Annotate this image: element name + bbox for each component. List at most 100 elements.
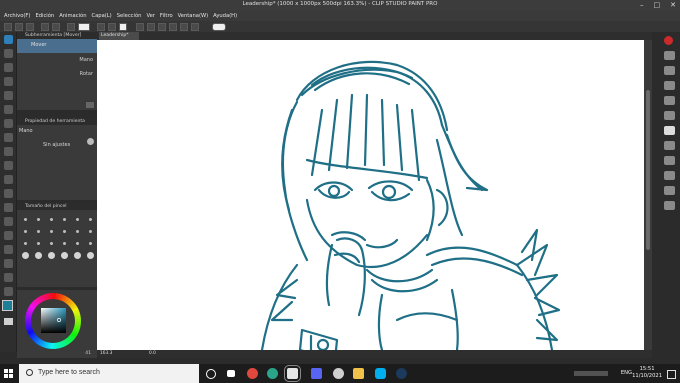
hand-tool-icon[interactable] [4, 35, 13, 44]
figure-tool-icon[interactable] [4, 259, 13, 268]
undo-icon[interactable] [41, 22, 49, 31]
folder-icon[interactable] [353, 368, 364, 379]
color-set-icon[interactable] [664, 66, 675, 75]
sub-tool-item-hand[interactable]: Mano [17, 53, 97, 67]
brush-size-slot[interactable] [24, 242, 27, 245]
new-file-icon[interactable] [4, 22, 12, 31]
skype-icon[interactable] [375, 368, 386, 379]
clock[interactable]: 15:51 11/10/2021 [632, 366, 662, 380]
sub-tool-item-rotate[interactable]: Rotar [17, 67, 97, 81]
menu-ver[interactable]: Ver [146, 11, 159, 21]
brush-size-slot[interactable] [24, 218, 27, 221]
menu-edicion[interactable]: Edición [35, 11, 59, 21]
brush-size-slot[interactable] [74, 252, 81, 259]
approximate-color-icon[interactable] [664, 96, 675, 105]
save-icon[interactable] [26, 22, 34, 31]
menu-ayuda[interactable]: Ayuda(H) [213, 11, 242, 21]
fill-icon[interactable] [119, 22, 127, 31]
transform-icon[interactable] [97, 22, 105, 31]
taskbar-search[interactable]: Type here to search [19, 364, 199, 383]
discord-icon[interactable] [311, 368, 322, 379]
perspective-icon[interactable] [169, 22, 177, 31]
angle-readout[interactable]: 0.0 [149, 351, 156, 356]
drawing-canvas[interactable] [97, 40, 644, 350]
transparent-swatch[interactable] [4, 318, 13, 325]
pencil-tool-icon[interactable] [4, 147, 13, 156]
notification-icon[interactable] [667, 370, 676, 379]
color-history-icon[interactable] [664, 111, 675, 120]
start-button[interactable] [4, 369, 13, 378]
brush-size-slot[interactable] [89, 218, 92, 221]
eraser-tool-icon[interactable] [4, 203, 13, 212]
layer-property-icon[interactable] [664, 126, 675, 135]
sub-tool-options-icon[interactable] [86, 102, 94, 108]
balloon-tool-icon[interactable] [4, 287, 13, 296]
intermediate-color-icon[interactable] [664, 51, 675, 60]
grid-icon[interactable] [158, 22, 166, 31]
chrome-icon[interactable] [247, 368, 258, 379]
cortana-icon[interactable] [206, 369, 216, 379]
brush-tool-icon[interactable] [4, 161, 13, 170]
edge-icon[interactable] [267, 368, 278, 379]
decoration-tool-icon[interactable] [4, 189, 13, 198]
airbrush-tool-icon[interactable] [4, 175, 13, 184]
eyedropper-tool-icon[interactable] [4, 119, 13, 128]
menu-capa[interactable]: Capa(L) [91, 11, 116, 21]
selection-tool-icon[interactable] [4, 91, 13, 100]
brush-size-slot[interactable] [37, 218, 40, 221]
brush-size-slot[interactable] [76, 218, 79, 221]
menu-ventana[interactable]: Ventana(W) [178, 11, 213, 21]
language-indicator[interactable]: ENG [621, 370, 632, 376]
brush-size-slot[interactable] [76, 230, 79, 233]
brush-size-slot[interactable] [50, 218, 53, 221]
color-wheel[interactable] [17, 290, 97, 358]
brush-size-slot[interactable] [50, 230, 53, 233]
settings-icon[interactable] [333, 368, 344, 379]
brush-size-slot[interactable] [89, 230, 92, 233]
steam-icon[interactable] [396, 368, 407, 379]
maximize-button[interactable]: □ [654, 1, 661, 9]
task-view-icon[interactable] [227, 370, 235, 377]
sub-view-icon[interactable] [664, 186, 675, 195]
special-ruler-icon[interactable] [191, 22, 199, 31]
menu-filtro[interactable]: Filtro [160, 11, 178, 21]
open-file-icon[interactable] [15, 22, 23, 31]
menu-archivo[interactable]: Archivo(F) [4, 11, 35, 21]
zoom-tool-icon[interactable] [4, 49, 13, 58]
brush-size-slot[interactable] [50, 242, 53, 245]
brush-size-slot[interactable] [63, 218, 66, 221]
layer-search-icon[interactable] [664, 141, 675, 150]
eye-icon[interactable] [78, 22, 90, 31]
brush-size-slot[interactable] [76, 242, 79, 245]
item-bank-icon[interactable] [664, 201, 675, 210]
main-color-swatch[interactable] [2, 300, 13, 311]
help-icon[interactable] [212, 22, 226, 31]
menu-animacion[interactable]: Animación [59, 11, 91, 21]
gradient-tool-icon[interactable] [4, 245, 13, 254]
menu-seleccion[interactable]: Selección [117, 11, 147, 21]
navigator-icon[interactable] [664, 171, 675, 180]
minimize-button[interactable]: – [640, 1, 644, 9]
text-tool-icon[interactable] [4, 273, 13, 282]
sub-tool-item-move[interactable]: Mover [17, 39, 97, 53]
clip-studio-icon[interactable] [284, 365, 301, 382]
color-circle-icon[interactable] [664, 36, 673, 45]
guide-icon[interactable] [180, 22, 188, 31]
move-tool-icon[interactable] [4, 63, 13, 72]
clear-icon[interactable] [67, 22, 75, 31]
brush-size-slot[interactable] [87, 252, 94, 259]
brush-size-slot[interactable] [37, 242, 40, 245]
redo-icon[interactable] [52, 22, 60, 31]
scrollbar-thumb[interactable] [646, 90, 650, 250]
snap-icon[interactable] [136, 22, 144, 31]
brush-size-slot[interactable] [89, 242, 92, 245]
fill-tool-icon[interactable] [4, 231, 13, 240]
lasso-tool-icon[interactable] [4, 105, 13, 114]
brush-size-slot[interactable] [63, 230, 66, 233]
brush-size-slot[interactable] [37, 230, 40, 233]
zoom-readout[interactable]: 163.3 [100, 351, 112, 356]
ruler-icon[interactable] [147, 22, 155, 31]
brush-size-slot[interactable] [63, 242, 66, 245]
brush-size-slot[interactable] [61, 252, 68, 259]
tray-icons[interactable] [574, 371, 608, 376]
